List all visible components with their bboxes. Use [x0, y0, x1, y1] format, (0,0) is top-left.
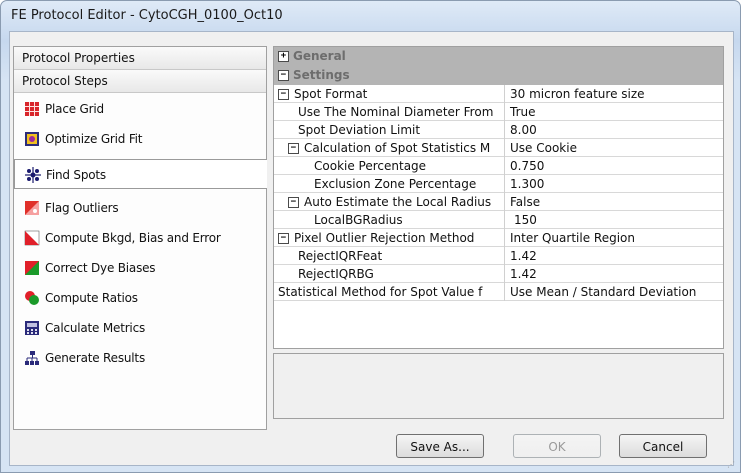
property-value[interactable]: True: [506, 103, 723, 121]
step-generate-results[interactable]: Generate Results: [14, 343, 266, 373]
property-name-cell: Cookie Percentage: [274, 157, 505, 175]
property-name: Pixel Outlier Rejection Method: [294, 231, 475, 245]
property-value[interactable]: 1.42: [506, 247, 723, 265]
property-name-cell: LocalBGRadius: [274, 211, 505, 229]
property-name-cell: RejectIQRFeat: [274, 247, 505, 265]
property-grid: + General − Settings − Spot Format 30 mi…: [273, 46, 724, 349]
property-name-cell: Use The Nominal Diameter From: [274, 103, 505, 121]
property-value[interactable]: 0.750: [506, 157, 723, 175]
property-value[interactable]: Inter Quartile Region: [506, 229, 723, 247]
collapse-minus-icon[interactable]: −: [278, 70, 289, 81]
step-label: Compute Bkgd, Bias and Error: [45, 231, 221, 245]
step-label: Find Spots: [46, 168, 106, 182]
property-name-cell: − Auto Estimate the Local Radius: [274, 193, 505, 211]
property-name-cell: − Calculation of Spot Statistics M: [274, 139, 505, 157]
step-label: Correct Dye Biases: [45, 261, 156, 275]
property-row[interactable]: Statistical Method for Spot Value f Use …: [274, 283, 723, 301]
compute-ratios-icon: [25, 291, 39, 305]
property-row[interactable]: Use The Nominal Diameter From True: [274, 103, 723, 121]
expand-plus-icon[interactable]: +: [278, 51, 289, 62]
step-calculate-metrics[interactable]: Calculate Metrics: [14, 313, 266, 343]
category-general[interactable]: + General: [274, 47, 723, 66]
title-bar[interactable]: FE Protocol Editor - CytoCGH_0100_Oct10: [1, 1, 740, 31]
step-compute-ratios[interactable]: Compute Ratios: [14, 283, 266, 313]
step-correct-dye-biases[interactable]: Correct Dye Biases: [14, 253, 266, 283]
property-row[interactable]: RejectIQRFeat 1.42: [274, 247, 723, 265]
property-row[interactable]: Exclusion Zone Percentage 1.300: [274, 175, 723, 193]
step-label: Compute Ratios: [45, 291, 138, 305]
property-name: Statistical Method for Spot Value f: [278, 285, 483, 299]
property-description-panel: [273, 353, 724, 419]
property-row[interactable]: LocalBGRadius 150: [274, 211, 723, 229]
window-title: FE Protocol Editor - CytoCGH_0100_Oct10: [11, 8, 283, 23]
step-label: Flag Outliers: [45, 201, 119, 215]
category-label: General: [293, 49, 346, 63]
step-compute-bkgd[interactable]: Compute Bkgd, Bias and Error: [14, 223, 266, 253]
step-optimize-grid-fit[interactable]: Optimize Grid Fit: [14, 124, 266, 154]
collapse-minus-icon[interactable]: −: [288, 143, 299, 154]
property-name-cell: − Spot Format: [274, 85, 505, 103]
correct-dye-icon: [25, 261, 39, 275]
property-row[interactable]: RejectIQRBG 1.42: [274, 265, 723, 283]
compute-bkgd-icon: [24, 230, 40, 246]
save-as-button[interactable]: Save As...: [396, 434, 484, 458]
property-name: LocalBGRadius: [314, 213, 403, 227]
property-name-cell: Spot Deviation Limit: [274, 121, 505, 139]
step-find-spots[interactable]: Find Spots: [14, 159, 267, 189]
property-name: Spot Format: [294, 87, 368, 101]
property-name: Cookie Percentage: [314, 159, 427, 173]
property-name: Calculation of Spot Statistics M: [304, 141, 491, 155]
property-name-cell: − Pixel Outlier Rejection Method: [274, 229, 505, 247]
category-settings[interactable]: − Settings: [274, 66, 723, 85]
property-name-cell: Exclusion Zone Percentage: [274, 175, 505, 193]
property-name: Auto Estimate the Local Radius: [304, 195, 492, 209]
property-value[interactable]: 1.42: [506, 265, 723, 283]
property-name: RejectIQRFeat: [298, 249, 383, 263]
property-value[interactable]: Use Mean / Standard Deviation: [506, 283, 723, 301]
resize-grip-icon[interactable]: ⋰: [727, 460, 737, 470]
property-name: RejectIQRBG: [298, 267, 374, 281]
step-place-grid[interactable]: Place Grid: [14, 94, 266, 124]
property-row[interactable]: − Auto Estimate the Local Radius False: [274, 193, 723, 211]
property-name-cell: RejectIQRBG: [274, 265, 505, 283]
property-value[interactable]: 150: [506, 211, 723, 229]
property-row[interactable]: − Pixel Outlier Rejection Method Inter Q…: [274, 229, 723, 247]
property-value[interactable]: False: [506, 193, 723, 211]
collapse-minus-icon[interactable]: −: [278, 89, 289, 100]
property-row[interactable]: − Calculation of Spot Statistics M Use C…: [274, 139, 723, 157]
cancel-button[interactable]: Cancel: [619, 434, 707, 458]
collapse-minus-icon[interactable]: −: [278, 233, 289, 244]
category-label: Settings: [293, 68, 350, 82]
property-value[interactable]: 1.300: [506, 175, 723, 193]
ok-button[interactable]: OK: [513, 434, 601, 458]
place-grid-icon: [25, 102, 39, 116]
find-spots-icon: [25, 167, 41, 183]
step-label: Place Grid: [45, 102, 104, 116]
step-label: Generate Results: [45, 351, 145, 365]
property-value[interactable]: 30 micron feature size: [506, 85, 723, 103]
generate-results-icon: [25, 351, 39, 365]
step-flag-outliers[interactable]: Flag Outliers: [14, 193, 266, 223]
property-row[interactable]: − Spot Format 30 micron feature size: [274, 85, 723, 103]
optimize-grid-icon: [25, 132, 39, 146]
property-name-cell: Statistical Method for Spot Value f: [274, 283, 505, 301]
property-value[interactable]: 8.00: [506, 121, 723, 139]
step-label: Optimize Grid Fit: [45, 132, 143, 146]
property-row[interactable]: Spot Deviation Limit 8.00: [274, 121, 723, 139]
property-name: Spot Deviation Limit: [298, 123, 421, 137]
protocol-steps-panel: Protocol Properties Protocol Steps Place…: [13, 46, 267, 430]
protocol-steps-header[interactable]: Protocol Steps: [14, 70, 266, 93]
calculate-metrics-icon: [25, 321, 39, 335]
collapse-minus-icon[interactable]: −: [288, 197, 299, 208]
property-name: Exclusion Zone Percentage: [314, 177, 477, 191]
property-value[interactable]: Use Cookie: [506, 139, 723, 157]
protocol-properties-header[interactable]: Protocol Properties: [14, 47, 266, 70]
flag-outliers-icon: [25, 201, 39, 215]
step-label: Calculate Metrics: [45, 321, 146, 335]
property-row[interactable]: Cookie Percentage 0.750: [274, 157, 723, 175]
property-name: Use The Nominal Diameter From: [298, 105, 494, 119]
